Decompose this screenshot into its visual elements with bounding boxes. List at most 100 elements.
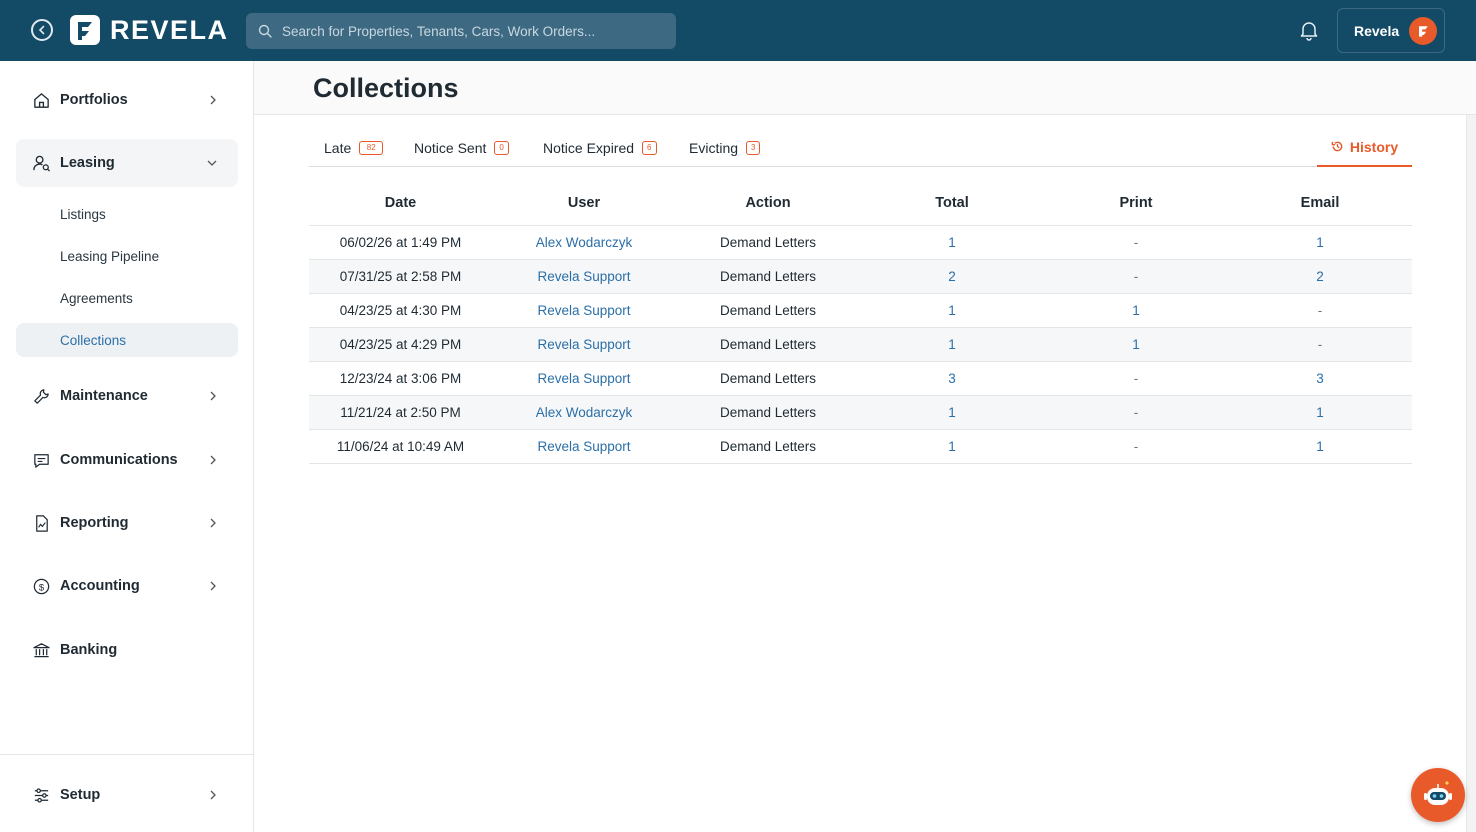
cell-email-link[interactable]: 1 — [1228, 225, 1412, 260]
scrollbar[interactable] — [1466, 115, 1476, 832]
sliders-icon — [32, 786, 51, 805]
cell-email-link[interactable]: 1 — [1228, 395, 1412, 430]
cell-print: - — [1044, 225, 1228, 260]
chatbot-button[interactable] — [1411, 768, 1465, 822]
cell-email-link[interactable]: 1 — [1228, 429, 1412, 464]
tab-label: Notice Sent — [414, 139, 487, 156]
sidebar-item-communications[interactable]: Communications — [16, 436, 238, 484]
sidebar-subitem-leasing-pipeline[interactable]: Leasing Pipeline — [16, 239, 238, 273]
cell-date: 07/31/25 at 2:58 PM — [309, 259, 492, 294]
sidebar-subitem-listings[interactable]: Listings — [16, 197, 238, 231]
cell-total-link[interactable]: 1 — [860, 395, 1044, 430]
sidebar-item-reporting[interactable]: Reporting — [16, 499, 238, 547]
cell-print: - — [1044, 395, 1228, 430]
chevron-right-icon — [210, 581, 216, 591]
column-header-action[interactable]: Action — [676, 182, 860, 226]
sidebar-item-portfolios[interactable]: Portfolios — [16, 76, 238, 124]
sidebar-item-label: Leasing — [60, 155, 115, 171]
cell-user-link[interactable]: Revela Support — [492, 259, 676, 294]
cell-print-link[interactable]: 1 — [1044, 327, 1228, 362]
chevron-right-icon — [210, 95, 216, 105]
cell-print: - — [1044, 361, 1228, 396]
cell-action: Demand Letters — [676, 225, 860, 260]
sidebar-item-maintenance[interactable]: Maintenance — [16, 372, 238, 420]
cell-date: 04/23/25 at 4:29 PM — [309, 327, 492, 362]
cell-email-link[interactable]: 3 — [1228, 361, 1412, 396]
search-input[interactable] — [282, 23, 672, 39]
sidebar-divider — [0, 754, 253, 755]
chat-icon — [32, 451, 51, 470]
cell-date: 11/21/24 at 2:50 PM — [309, 395, 492, 430]
svg-text:$: $ — [39, 582, 45, 593]
chevron-right-icon — [210, 518, 216, 528]
sidebar-subitem-collections[interactable]: Collections — [16, 323, 238, 357]
cell-total-link[interactable]: 2 — [860, 259, 1044, 294]
cell-action: Demand Letters — [676, 395, 860, 430]
cell-total-link[interactable]: 1 — [860, 327, 1044, 362]
cell-action: Demand Letters — [676, 293, 860, 328]
app-logo[interactable]: REVELA — [69, 14, 229, 46]
sidebar-item-leasing[interactable]: Leasing — [16, 139, 238, 187]
chevron-right-icon — [210, 391, 216, 401]
page-title: Collections — [313, 73, 459, 103]
top-bar: REVELA Revela — [0, 0, 1476, 61]
table-header-row: Date User Action Total Print Email — [309, 182, 1412, 226]
sidebar-item-label: Setup — [60, 787, 101, 803]
cell-print-link[interactable]: 1 — [1044, 293, 1228, 328]
cell-user-link[interactable]: Alex Wodarczyk — [492, 225, 676, 260]
tab-late[interactable]: Late 82 — [324, 128, 384, 167]
cell-email-link[interactable]: 2 — [1228, 259, 1412, 294]
cell-total-link[interactable]: 1 — [860, 293, 1044, 328]
sidebar-item-setup[interactable]: Setup — [16, 771, 238, 819]
sidebar-item-label: Communications — [60, 452, 178, 468]
count-badge: 0 — [494, 140, 509, 155]
dollar-icon: $ — [32, 577, 51, 596]
bank-icon — [32, 641, 51, 660]
cell-email: - — [1228, 327, 1412, 362]
count-badge: 82 — [359, 140, 384, 155]
cell-user-link[interactable]: Alex Wodarczyk — [492, 395, 676, 430]
history-table: Date User Action Total Print Email 06/02… — [309, 182, 1412, 464]
sidebar-item-accounting[interactable]: $ Accounting — [16, 562, 238, 610]
cell-user-link[interactable]: Revela Support — [492, 327, 676, 362]
column-header-email[interactable]: Email — [1228, 182, 1412, 226]
cell-user-link[interactable]: Revela Support — [492, 429, 676, 464]
history-icon — [1331, 141, 1343, 152]
avatar — [1409, 16, 1438, 45]
user-name: Revela — [1354, 22, 1400, 39]
wrench-icon — [32, 387, 51, 406]
column-header-date[interactable]: Date — [309, 182, 492, 226]
user-menu-button[interactable]: Revela — [1337, 8, 1445, 53]
cell-total-link[interactable]: 1 — [860, 225, 1044, 260]
home-icon — [32, 91, 51, 110]
tab-label: Evicting — [689, 139, 739, 156]
tab-notice-sent[interactable]: Notice Sent 0 — [414, 128, 509, 167]
cell-action: Demand Letters — [676, 259, 860, 294]
global-search[interactable] — [246, 13, 676, 49]
column-header-print[interactable]: Print — [1044, 182, 1228, 226]
robot-icon — [1424, 781, 1452, 805]
bell-icon[interactable] — [1298, 19, 1320, 41]
tab-history[interactable]: History — [1317, 128, 1412, 167]
tab-notice-expired[interactable]: Notice Expired 6 — [543, 128, 657, 167]
cell-print: - — [1044, 429, 1228, 464]
table-row: 07/31/25 at 2:58 PM Revela Support Deman… — [309, 259, 1412, 294]
sidebar: Portfolios Leasing Listings Leasing Pipe… — [0, 61, 254, 832]
cell-user-link[interactable]: Revela Support — [492, 361, 676, 396]
cell-total-link[interactable]: 3 — [860, 361, 1044, 396]
column-header-total[interactable]: Total — [860, 182, 1044, 226]
column-header-user[interactable]: User — [492, 182, 676, 226]
cell-action: Demand Letters — [676, 429, 860, 464]
brand-name: REVELA — [110, 14, 229, 45]
sidebar-subitem-agreements[interactable]: Agreements — [16, 281, 238, 315]
tab-evicting[interactable]: Evicting 3 — [689, 128, 761, 167]
collapse-sidebar-button[interactable] — [31, 19, 53, 41]
table-row: 04/23/25 at 4:30 PM Revela Support Deman… — [309, 293, 1412, 328]
count-badge: 3 — [746, 140, 761, 155]
sidebar-item-banking[interactable]: Banking — [16, 626, 238, 674]
cell-total-link[interactable]: 1 — [860, 429, 1044, 464]
collections-tabs: Late 82 Notice Sent 0 Notice Expired 6 E… — [309, 128, 1412, 167]
table-row: 06/02/26 at 1:49 PM Alex Wodarczyk Deman… — [309, 225, 1412, 260]
cell-user-link[interactable]: Revela Support — [492, 293, 676, 328]
count-badge: 6 — [642, 140, 657, 155]
